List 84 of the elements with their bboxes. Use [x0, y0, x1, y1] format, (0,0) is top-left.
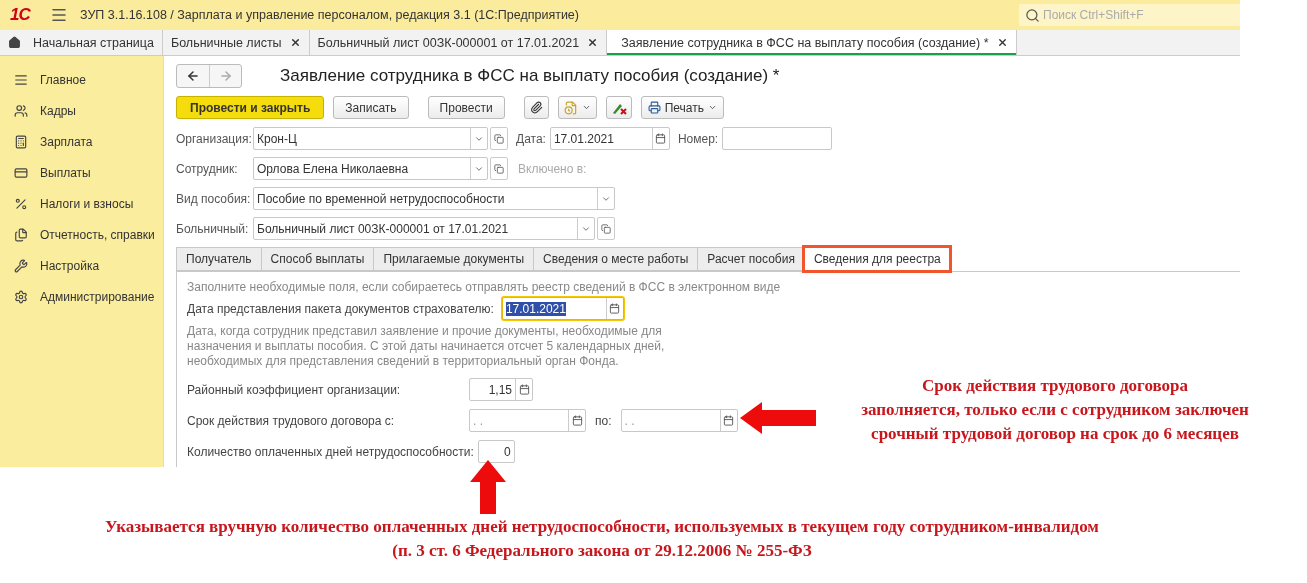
sidebar-item[interactable]: Налоги и взносы — [0, 188, 163, 219]
field-label: Организация: — [176, 131, 249, 146]
input-field[interactable]: Пособие по временной нетрудоспособности — [253, 187, 615, 210]
field-label: Количество оплаченных дней нетрудоспособности: — [187, 444, 475, 459]
toolbar-button[interactable]: Провести — [427, 96, 505, 119]
post-and-close-button[interactable]: Провести и закрыть — [176, 96, 325, 119]
home-icon — [8, 36, 21, 49]
field-label: Срок действия трудового договора с: — [187, 413, 396, 428]
input-field[interactable]: Орлова Елена Николаевна — [253, 157, 488, 180]
hint-text: Заполните необходимые поля, если собираетесь отправлять реестр сведений в ФСС в электронном виде — [187, 280, 782, 295]
input-field[interactable] — [722, 127, 833, 150]
clear-button[interactable] — [605, 96, 632, 119]
form-tab[interactable]: Способ выплаты — [260, 247, 374, 271]
back-arrow-icon — [186, 69, 200, 83]
field-label: Дата представления пакета документов страхователю: — [187, 301, 495, 316]
sidebar-item[interactable]: Настройка — [0, 250, 163, 281]
left-arrow-icon — [740, 402, 818, 434]
form-tab[interactable]: Прилагаемые документы — [373, 247, 534, 271]
window-tab[interactable]: Больничные листы — [162, 30, 310, 55]
up-arrow-icon — [470, 460, 506, 514]
paperclip-icon — [529, 101, 543, 114]
sidebar-item[interactable]: Главное — [0, 64, 163, 95]
calendar-button[interactable] — [515, 379, 532, 400]
section-icon — [14, 258, 28, 273]
attach-button[interactable] — [523, 96, 549, 119]
field-label: Номер: — [677, 131, 719, 146]
field-label: Вид пособия: — [176, 191, 249, 206]
section-icon — [14, 289, 28, 304]
calendar-icon — [723, 415, 734, 426]
section-icon — [14, 103, 28, 118]
section-icon — [14, 227, 28, 242]
calendar-button[interactable] — [568, 410, 585, 431]
field-label: Дата: — [516, 131, 546, 146]
input-field[interactable]: Больничный лист 00ЗК-000001 от 17.01.2021 — [253, 217, 595, 240]
form-tab[interactable]: Сведения о месте работы — [533, 247, 698, 271]
calendar-icon — [518, 384, 530, 395]
open-button[interactable] — [490, 157, 508, 180]
window-tab[interactable]: Начальная страница — [0, 30, 163, 55]
form-tab[interactable]: Сведения для реестра — [803, 247, 950, 271]
section-icon — [14, 72, 28, 87]
window-tab[interactable]: Заявление сотрудника в ФСС на выплату пособия (создание) * — [607, 30, 1017, 55]
sidebar-item[interactable]: Выплаты — [0, 157, 163, 188]
description-text: Дата, когда сотрудник представил заявление и прочие документы, необходимые для назначения и выплаты пособия. С этой даты начинается отсчет 5 календарных дней, необходимых для представления сведений в территориальный орган Фонда. — [187, 324, 666, 369]
caret-icon — [708, 103, 717, 112]
field-label: Включено в: — [518, 161, 587, 176]
close-icon[interactable] — [996, 37, 1008, 48]
sidebar-item[interactable]: Отчетность, справки — [0, 219, 163, 250]
field-label: Районный коэффициент организации: — [187, 382, 402, 397]
sidebar-item[interactable]: Зарплата — [0, 126, 163, 157]
calendar-icon — [655, 133, 667, 144]
input-field[interactable]: 17.01.2021 — [549, 127, 670, 150]
toolbar-button[interactable]: Записать — [333, 96, 409, 119]
annotation-text: Указывается вручную количество оплаченных дней нетрудоспособности, используемых в текущем году сотрудником-инвалидом (п. 3 ст. 6 Федерального закона от 29.12.2006 № 255-ФЗ — [104, 516, 1100, 562]
days-field[interactable]: 0 — [477, 440, 515, 463]
sidebar-item[interactable]: Администрирование — [0, 281, 163, 312]
field-label: Больничный: — [176, 221, 249, 236]
open-button[interactable] — [597, 217, 615, 240]
field-label: по: — [595, 413, 613, 428]
caret-icon — [581, 103, 591, 112]
calendar-icon — [609, 303, 621, 314]
file-icon — [563, 100, 578, 115]
sidebar-item[interactable]: Кадры — [0, 95, 163, 126]
calendar-icon — [571, 415, 583, 426]
print-button[interactable]: Печать — [640, 96, 724, 119]
form-tab[interactable]: Расчет пособия — [697, 247, 804, 271]
form-title: Заявление сотрудника в ФСС на выплату пособия (создание) * — [280, 66, 780, 86]
menu-icon[interactable] — [50, 6, 68, 24]
section-icon — [14, 196, 28, 211]
date-field[interactable]: 17.01.2021 — [501, 297, 624, 320]
open-button[interactable] — [490, 127, 508, 150]
app-logo: 1С — [10, 5, 32, 25]
section-icon — [14, 134, 28, 149]
search-icon — [1025, 7, 1040, 23]
input-field[interactable]: Крон-Ц — [253, 127, 488, 150]
form-tab[interactable]: Получатель — [176, 247, 261, 271]
window-title: ЗУП 3.1.16.108 / Зарплата и управление персоналом, редакция 3.1 (1С:Предприятие) — [80, 8, 580, 22]
field-label: Сотрудник: — [176, 161, 239, 176]
section-icon — [14, 165, 28, 180]
forward-arrow-icon — [218, 69, 233, 83]
close-icon[interactable] — [587, 37, 599, 48]
close-icon[interactable] — [289, 37, 301, 48]
coefficient-field[interactable]: 1,15 — [469, 378, 533, 401]
annotation-text: Срок действия трудового договора заполняется, только если с сотрудником заключен срочный трудовой договор на срок до 6 месяцев — [860, 375, 1250, 445]
printer-icon — [647, 101, 661, 114]
